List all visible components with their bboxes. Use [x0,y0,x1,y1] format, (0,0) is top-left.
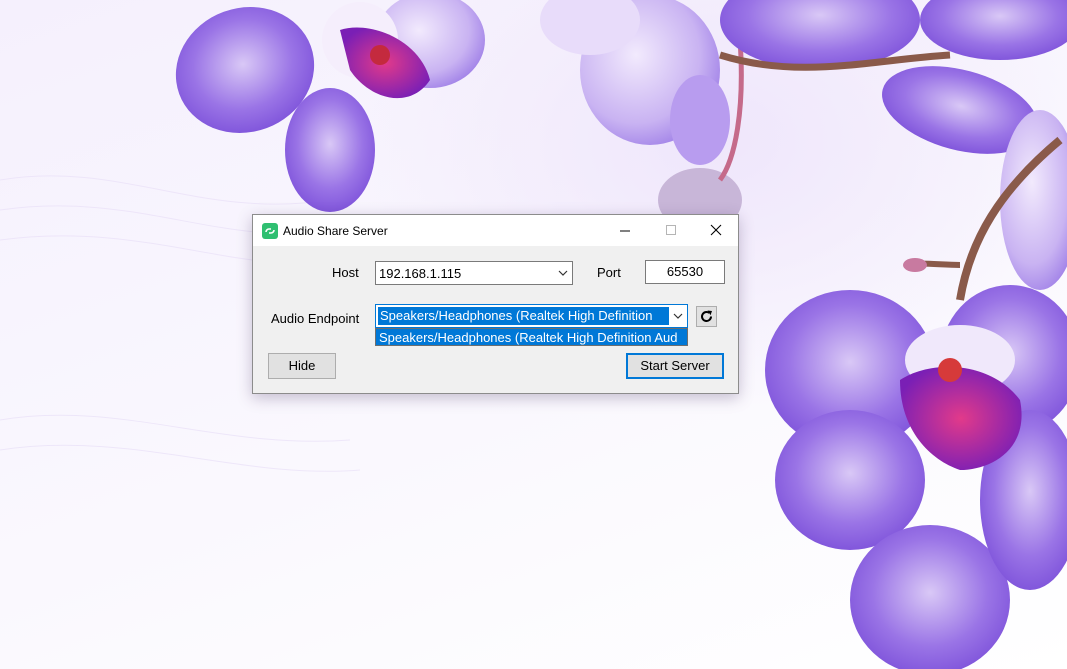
start-server-button[interactable]: Start Server [626,353,724,379]
audio-endpoint-option[interactable]: Speakers/Headphones (Realtek High Defini… [379,330,685,345]
port-input[interactable]: 65530 [645,260,725,284]
maximize-button[interactable] [648,215,694,246]
window-title: Audio Share Server [283,224,388,238]
audio-share-window: Audio Share Server Host 192.168.1.115 Po… [252,214,739,394]
chevron-down-icon[interactable] [557,267,569,279]
refresh-button[interactable] [696,306,717,327]
port-label: Port [597,265,621,280]
maximize-icon [666,225,676,235]
audio-endpoint-combobox[interactable]: Speakers/Headphones (Realtek High Defini… [375,304,688,328]
audio-share-icon [262,223,278,239]
title-bar[interactable]: Audio Share Server [253,215,738,246]
audio-endpoint-label: Audio Endpoint [271,311,360,326]
close-icon [710,224,722,236]
host-combobox[interactable]: 192.168.1.115 [375,261,573,285]
minimize-button[interactable] [602,215,648,246]
chevron-down-icon[interactable] [672,310,684,322]
host-label: Host [332,265,359,280]
audio-endpoint-value: Speakers/Headphones (Realtek High Defini… [378,307,669,325]
hide-button[interactable]: Hide [268,353,336,379]
refresh-icon [701,310,712,322]
minimize-icon [620,230,630,232]
host-value: 192.168.1.115 [379,266,462,281]
audio-endpoint-dropdown: Speakers/Headphones (Realtek High Defini… [375,328,688,346]
close-button[interactable] [693,215,739,246]
